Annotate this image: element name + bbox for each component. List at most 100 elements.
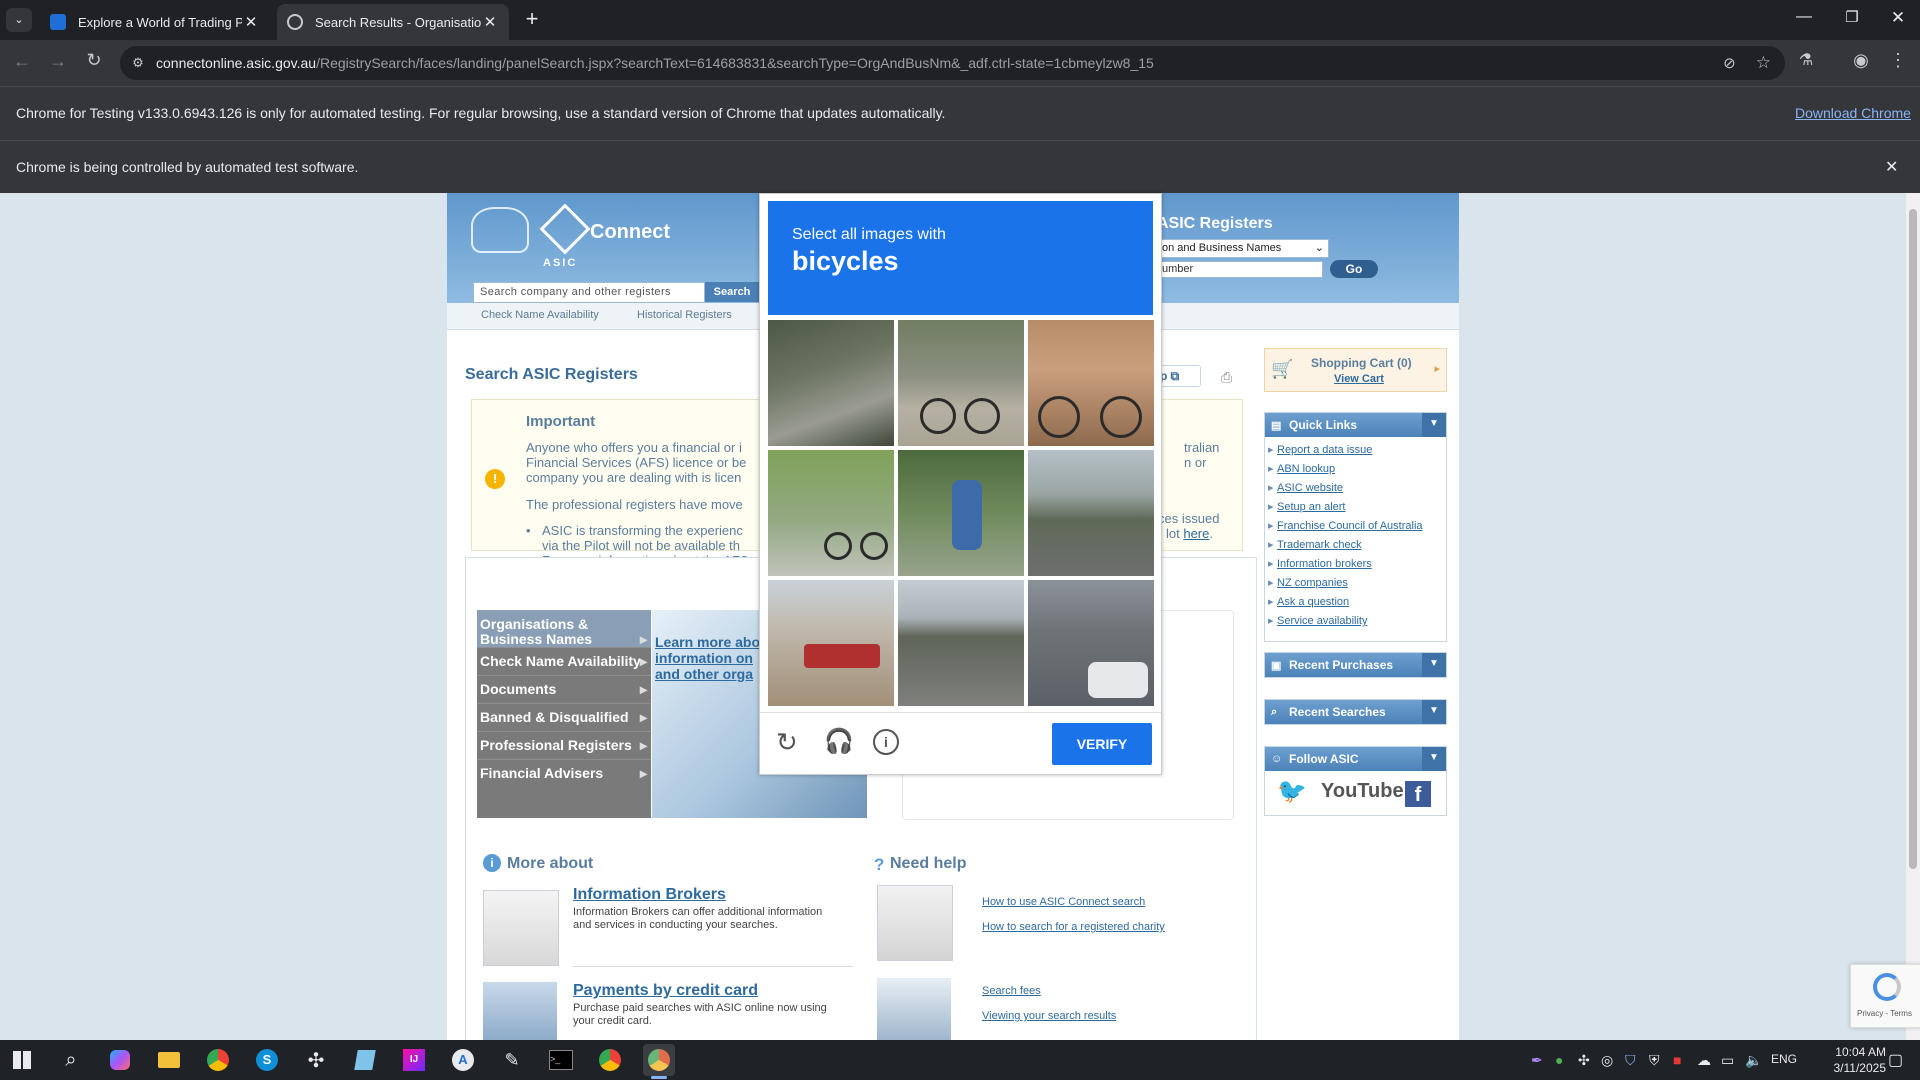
captcha-tile-walking-bicycle[interactable] xyxy=(898,450,1024,576)
close-tab-icon[interactable]: ✕ xyxy=(481,13,499,31)
subnav-historical[interactable]: Historical Registers xyxy=(637,309,732,321)
search-input[interactable]: Search company and other registers xyxy=(473,282,705,303)
tab-search-results[interactable]: Search Results - Organisations & ✕ xyxy=(277,4,509,40)
chrome-icon[interactable] xyxy=(594,1044,626,1076)
captcha-tile-overpass[interactable] xyxy=(898,580,1024,706)
quick-link[interactable]: Franchise Council of Australia xyxy=(1265,517,1446,536)
language-indicator[interactable]: ENG xyxy=(1771,1052,1797,1066)
paint-icon[interactable]: ✎ xyxy=(496,1044,528,1076)
captcha-tile-cycling-grass[interactable] xyxy=(768,450,894,576)
jetbrains-icon[interactable]: IJ xyxy=(398,1044,430,1076)
quick-link[interactable]: Service availability xyxy=(1265,612,1446,631)
quick-link[interactable]: NZ companies xyxy=(1265,574,1446,593)
quick-link[interactable]: Trademark check xyxy=(1265,536,1446,555)
go-button[interactable]: Go xyxy=(1330,260,1378,278)
network-icon[interactable]: ▭ xyxy=(1721,1052,1734,1069)
cloud-icon[interactable]: ☁ xyxy=(1697,1052,1711,1069)
profile-icon[interactable]: ◉ xyxy=(1847,50,1875,71)
help-link-search-fees[interactable]: Search fees xyxy=(982,979,1116,1004)
menu-documents[interactable]: Documents xyxy=(477,676,651,704)
twitter-icon[interactable]: 🐦 xyxy=(1277,778,1311,806)
tab-explore[interactable]: Explore a World of Trading Pos ✕ xyxy=(40,4,270,40)
quick-link[interactable]: ABN lookup xyxy=(1265,460,1446,479)
lab-icon[interactable]: ⚗ xyxy=(1792,50,1820,70)
chrome-tray-icon[interactable]: ◎ xyxy=(1601,1052,1613,1069)
chevron-down-icon[interactable]: ▼ xyxy=(1422,653,1446,677)
restore-button[interactable]: ❐ xyxy=(1838,8,1866,26)
reload-icon[interactable]: ↻ xyxy=(80,50,108,71)
reload-icon[interactable]: ↻ xyxy=(776,727,798,758)
captcha-tile-man-bicycle[interactable] xyxy=(1028,320,1154,446)
new-tab-button[interactable]: + xyxy=(520,8,544,32)
notifications-icon[interactable]: ▢ xyxy=(1888,1050,1903,1070)
minimize-button[interactable]: — xyxy=(1790,8,1818,26)
view-cart-link[interactable]: View Cart xyxy=(1334,373,1384,385)
close-tab-icon[interactable]: ✕ xyxy=(242,13,260,31)
pen-icon[interactable]: ✒ xyxy=(1531,1052,1543,1069)
menu-check-name[interactable]: Check Name Availability xyxy=(477,648,651,676)
close-infobar-icon[interactable]: ✕ xyxy=(1885,157,1898,177)
follow-asic-header[interactable]: ☺ Follow ASIC ▼ xyxy=(1265,747,1446,771)
shopping-cart-box[interactable]: 🛒 Shopping Cart (0) View Cart ▸ xyxy=(1264,348,1447,392)
captcha-tile-stairs[interactable] xyxy=(768,320,894,446)
tab-list-dropdown[interactable]: ⌄ xyxy=(6,8,32,32)
chevron-down-icon[interactable]: ▼ xyxy=(1422,747,1446,771)
menu-organisations[interactable]: Organisations & Business Names xyxy=(477,610,651,648)
info-icon[interactable]: i xyxy=(873,729,899,755)
security-icon[interactable]: ⛨ xyxy=(1649,1052,1660,1069)
slack-tray-icon[interactable]: ✣ xyxy=(1578,1052,1590,1069)
chrome-testing-icon[interactable] xyxy=(643,1044,675,1076)
clock[interactable]: 10:04 AM 3/11/2025 xyxy=(1800,1044,1887,1076)
recaptcha-badge[interactable]: Privacy - Terms xyxy=(1850,964,1920,1028)
red-app-icon[interactable]: ■ xyxy=(1673,1052,1681,1068)
windows-start-icon[interactable] xyxy=(6,1044,38,1076)
app-store-icon[interactable]: A xyxy=(447,1044,479,1076)
scrollbar-thumb[interactable] xyxy=(1909,209,1917,869)
search-button[interactable]: Search xyxy=(705,282,759,302)
recent-searches-header[interactable]: ⌕ Recent Searches ▼ xyxy=(1265,700,1446,724)
print-icon[interactable]: ⎙ xyxy=(1221,369,1232,386)
search-icon[interactable]: ⌕ xyxy=(55,1044,87,1076)
youtube-icon[interactable]: YouTube xyxy=(1321,780,1404,803)
menu-banned[interactable]: Banned & Disqualified xyxy=(477,704,651,732)
volume-icon[interactable]: 🔈 xyxy=(1745,1052,1762,1069)
facebook-icon[interactable]: f xyxy=(1405,781,1431,807)
forward-icon[interactable]: → xyxy=(44,51,72,72)
recaptcha-footer[interactable]: Privacy - Terms xyxy=(1857,1009,1912,1018)
quick-link[interactable]: Report a data issue xyxy=(1265,441,1446,460)
learn-more-link[interactable]: Learn more abo information on and other … xyxy=(655,634,760,682)
payments-link[interactable]: Payments by credit card xyxy=(573,982,758,1000)
file-explorer-icon[interactable] xyxy=(153,1044,185,1076)
quick-link[interactable]: Setup an alert xyxy=(1265,498,1446,517)
headphones-icon[interactable]: 🎧 xyxy=(824,727,854,756)
site-info-icon[interactable]: ⚙ xyxy=(120,55,156,71)
close-window-button[interactable]: ✕ xyxy=(1884,8,1912,28)
menu-financial-advisers[interactable]: Financial Advisers xyxy=(477,760,651,787)
subnav-check-name[interactable]: Check Name Availability xyxy=(481,309,599,321)
help-link-charity[interactable]: How to search for a registered charity xyxy=(982,915,1165,940)
notepad-icon[interactable] xyxy=(349,1044,381,1076)
captcha-tile-city-street[interactable] xyxy=(1028,580,1154,706)
verify-button[interactable]: VERIFY xyxy=(1052,723,1152,765)
quick-link[interactable]: ASIC website xyxy=(1265,479,1446,498)
number-input[interactable]: umber xyxy=(1157,261,1323,278)
here-link[interactable]: here xyxy=(1183,526,1209,541)
captcha-tile-boy-bicycle[interactable] xyxy=(898,320,1024,446)
copilot-icon[interactable] xyxy=(104,1044,136,1076)
address-bar[interactable]: ⚙ connectonline.asic.gov.au/RegistrySear… xyxy=(120,46,1785,80)
quick-links-header[interactable]: ▤ Quick Links ▼ xyxy=(1265,413,1446,437)
bookmark-star-icon[interactable]: ☆ xyxy=(1756,53,1771,73)
menu-professional[interactable]: Professional Registers xyxy=(477,732,651,760)
slack-icon[interactable]: ✣ xyxy=(300,1044,332,1076)
quick-link[interactable]: Information brokers xyxy=(1265,555,1446,574)
skype-icon[interactable]: S xyxy=(251,1044,283,1076)
info-brokers-link[interactable]: Information Brokers xyxy=(573,886,726,904)
page-scrollbar[interactable] xyxy=(1906,193,1920,1040)
captcha-tile-highway[interactable] xyxy=(1028,450,1154,576)
captcha-tile-street-truck[interactable] xyxy=(768,580,894,706)
chevron-down-icon[interactable]: ▼ xyxy=(1422,413,1446,437)
shield-check-icon[interactable]: ● xyxy=(1555,1052,1563,1068)
chevron-down-icon[interactable]: ▼ xyxy=(1422,700,1446,724)
eye-slash-icon[interactable]: ⊘ xyxy=(1723,54,1736,72)
help-link-viewing[interactable]: Viewing your search results xyxy=(982,1004,1116,1029)
